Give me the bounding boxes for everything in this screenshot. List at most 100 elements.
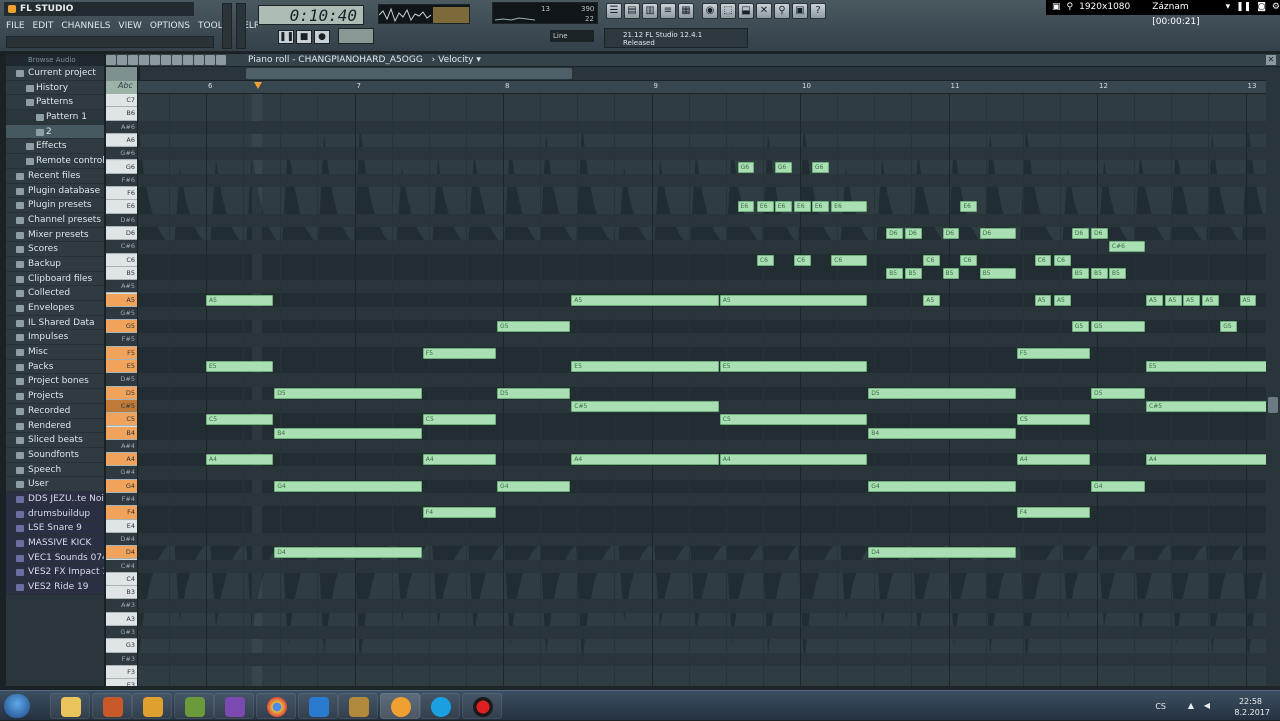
news-panel[interactable]: 21.12 FL Studio 12.4.1 Released — [604, 28, 748, 48]
tools-icon[interactable]: ✕ — [756, 3, 772, 19]
browser-item[interactable]: VES2 FX Impact 33 — [6, 565, 104, 581]
piano-key[interactable]: B6 — [106, 107, 137, 121]
piano-key[interactable]: D5 — [106, 386, 137, 400]
note[interactable]: G4 — [868, 480, 1016, 492]
arrow-icon[interactable] — [117, 55, 127, 65]
zoom-icon[interactable] — [205, 55, 215, 65]
piano-key[interactable]: D#4 — [106, 532, 137, 547]
piano-key[interactable]: G#4 — [106, 466, 137, 480]
browser-item[interactable]: Plugin presets — [6, 198, 104, 213]
clock-date[interactable]: 8.2.2017 — [1234, 708, 1270, 717]
note[interactable]: A5 — [719, 294, 868, 306]
note[interactable]: G5 — [1220, 321, 1238, 333]
browser-item[interactable]: DDS JEZU..te Noise 1 — [6, 491, 104, 507]
piano-key[interactable]: C4 — [106, 572, 137, 587]
taskbar-recorder[interactable] — [462, 693, 502, 719]
browser-item[interactable]: Effects — [6, 139, 104, 155]
master-volume-slider[interactable] — [222, 3, 232, 49]
browser-item[interactable]: Impulses — [6, 330, 104, 346]
templates-icon[interactable]: ▣ — [792, 3, 808, 19]
note[interactable]: C6 — [923, 254, 941, 266]
network-icon[interactable]: ▲ — [1188, 701, 1194, 710]
piano-key[interactable]: F3 — [106, 665, 137, 680]
taskbar-media[interactable] — [132, 693, 172, 719]
browser-item[interactable]: Projects — [6, 389, 104, 404]
piano-key[interactable]: F#3 — [106, 652, 137, 666]
playlist-icon[interactable]: ☰ — [606, 3, 622, 19]
note[interactable]: E5 — [1146, 361, 1266, 372]
pause-icon[interactable]: ❚❚ — [1236, 0, 1251, 15]
mixer-icon[interactable]: ≡ — [660, 3, 676, 19]
piano-key[interactable]: D4 — [106, 546, 137, 560]
vertical-scrollbar-thumb[interactable] — [1268, 397, 1278, 413]
browser-item[interactable]: User — [6, 477, 104, 492]
taskbar-lol[interactable] — [338, 693, 378, 719]
playback-icon[interactable] — [216, 55, 226, 65]
browser-item[interactable]: Speech — [6, 462, 104, 478]
piano-key[interactable]: E5 — [106, 360, 137, 374]
piano-key[interactable]: D#6 — [106, 213, 137, 227]
browser-item[interactable]: MASSIVE KICK — [6, 536, 104, 551]
piano-key[interactable]: G3 — [106, 639, 137, 653]
piano-roll-titlebar[interactable]: Piano roll - CHANGPIANOHARD_A5OGG › Velo… — [106, 54, 1280, 66]
note[interactable]: A4 — [571, 454, 719, 466]
settings-icon[interactable]: ⚙ — [1272, 0, 1280, 15]
camera-icon[interactable]: ◙ — [1257, 0, 1266, 15]
taskbar-uplay[interactable] — [298, 693, 338, 719]
select-icon[interactable] — [194, 55, 204, 65]
note[interactable]: C#6 — [1108, 241, 1145, 253]
browser-header[interactable]: Browse Audio — [6, 54, 104, 66]
piano-keyboard[interactable]: C7 B6 A#6 A6 G#6 G6 F#6 F6 E6 D#6 D6 C#6 C6 B5 A#5 A5 G#… — [106, 94, 137, 686]
browser-item[interactable]: Soundfonts — [6, 447, 104, 463]
project-info-icon[interactable]: ⬓ — [738, 3, 754, 19]
note[interactable]: A5 — [571, 294, 719, 306]
note[interactable]: F5 — [422, 347, 497, 359]
note[interactable]: C5 — [206, 414, 274, 426]
dropdown-icon[interactable]: ▾ — [1226, 0, 1231, 15]
browser-item[interactable]: Envelopes — [6, 301, 104, 316]
language-indicator[interactable]: CS — [1155, 702, 1166, 711]
note[interactable]: G6 — [774, 161, 792, 173]
browser-item[interactable]: VEC1 Sounds 074 E — [6, 550, 104, 566]
note-grid[interactable]: A5 E5 C5 A4 D5 B4 G4 D4 F5 C5 A4 F4 G5 D5 G4 A5 E5 C#5 A4 G… — [138, 94, 1266, 686]
note[interactable]: E6 — [811, 201, 829, 213]
note[interactable]: D6 — [1071, 228, 1089, 239]
note[interactable]: B5 — [979, 267, 1016, 279]
browser-item[interactable]: Current project — [6, 66, 104, 81]
note[interactable]: D5 — [274, 387, 422, 399]
browser-item[interactable]: Project bones — [6, 374, 104, 390]
piano-key[interactable]: A5 — [106, 293, 137, 307]
note[interactable]: C6 — [960, 254, 978, 266]
vertical-scrollbar[interactable] — [1266, 67, 1280, 686]
browser-item[interactable]: Pattern 1 — [6, 110, 104, 125]
note[interactable]: D4 — [868, 547, 1016, 559]
note[interactable]: A5 — [1202, 294, 1220, 306]
note[interactable]: A4 — [719, 454, 868, 466]
pause-button[interactable]: ❚❚ — [278, 30, 294, 44]
note[interactable]: E6 — [794, 201, 811, 213]
note[interactable]: A5 — [1146, 294, 1163, 306]
piano-key[interactable]: G#6 — [106, 147, 137, 161]
note[interactable]: E6 — [831, 201, 868, 213]
help-icon[interactable]: ? — [810, 3, 826, 19]
piano-key[interactable]: A4 — [106, 453, 137, 467]
menu-options[interactable]: OPTIONS — [150, 19, 190, 33]
note[interactable]: G4 — [497, 480, 571, 492]
note[interactable]: C#5 — [571, 400, 719, 412]
piano-key[interactable]: G4 — [106, 479, 137, 493]
note[interactable]: G5 — [1091, 321, 1145, 333]
browser-icon[interactable]: ▦ — [678, 3, 694, 19]
browser-item[interactable]: Patterns — [6, 95, 104, 111]
note[interactable]: B5 — [1071, 267, 1089, 279]
browser-item[interactable]: Recorded — [6, 403, 104, 419]
horizontal-scrollbar[interactable] — [140, 67, 1270, 80]
browser-item[interactable]: Sliced beats — [6, 433, 104, 448]
taskbar-xsplit[interactable] — [174, 693, 214, 719]
menu-view[interactable]: VIEW — [118, 19, 141, 33]
browser-item[interactable]: Rendered — [6, 418, 104, 434]
piano-key[interactable]: A#4 — [106, 439, 137, 454]
scrollbar-thumb[interactable] — [246, 68, 572, 79]
note[interactable]: G4 — [1091, 480, 1145, 492]
piano-key[interactable]: F6 — [106, 187, 137, 201]
browser-item[interactable]: Remote control — [6, 154, 104, 169]
